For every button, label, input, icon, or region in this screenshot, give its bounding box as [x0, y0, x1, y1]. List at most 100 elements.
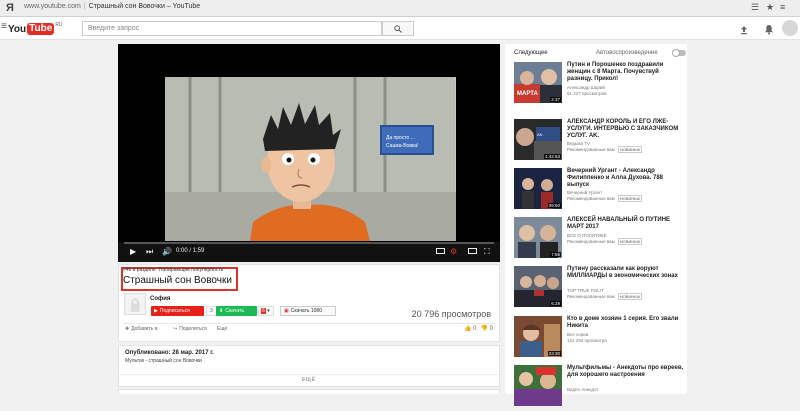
share-button[interactable]: ↪ Поделиться [173, 326, 207, 332]
plus-icon: ✚ [125, 326, 130, 332]
related-video-title[interactable]: Мультфильмы - Анекдоты про евреев, для х… [567, 365, 685, 379]
video-thumbnail[interactable]: 23:30 [514, 316, 562, 357]
youtube-logo[interactable]: You Tube RU [8, 22, 63, 36]
star-icon[interactable]: ★ [766, 2, 774, 13]
svg-text:AK.: AK. [537, 132, 543, 137]
related-video-meta-text: Рекомендованные вам [567, 239, 615, 244]
dislike-button[interactable]: 👎 0 [481, 325, 494, 332]
dislike-count: 0 [489, 326, 493, 332]
related-video-channel[interactable]: TOP TRUE POLIT [567, 288, 604, 293]
up-next-sidebar: Следующее Автовоспроизведение МАРТА 2:37… [505, 44, 687, 406]
upload-icon[interactable] [739, 22, 749, 40]
subscribe-button[interactable]: ▶ Подписаться [151, 306, 204, 316]
related-video-channel[interactable]: Видео Анекдот [567, 387, 598, 392]
browser-logo[interactable]: Я [6, 2, 14, 14]
guide-menu-icon[interactable]: ≡ [1, 21, 7, 32]
url-host: www.youtube.com [24, 3, 81, 10]
search-icon [394, 24, 402, 33]
related-video-title[interactable]: Вечерний Ургант - Александр Филиппенко и… [567, 168, 685, 189]
download-1080-label: Скачать 1080 [290, 308, 322, 314]
play-icon[interactable]: ▶ [130, 247, 136, 256]
rating-bar: 👍 0 👎 0 [464, 325, 493, 332]
download-1080-button[interactable]: ▣ Скачать 1080 [280, 306, 336, 316]
video-duration: 6:29 [550, 301, 561, 306]
video-player[interactable]: Да просто ... Сашка-Вовка! ▶ ⏭ 🔊 0:00 / … [118, 44, 500, 262]
subscribe-label: Подписаться [159, 308, 190, 314]
related-video-title[interactable]: АЛЕКСЕЙ НАВАЛЬНЫЙ О ПУТИНЕ МАРТ 2017 [567, 217, 685, 231]
thumbs-down-icon: 👎 [480, 326, 488, 332]
channel-avatar[interactable] [124, 293, 146, 315]
save-label: Скачать [225, 308, 244, 314]
download-icon: ▣ [284, 308, 289, 314]
comments-card [118, 389, 500, 394]
related-video-item[interactable]: Мультфильмы - Анекдоты про евреев, для х… [514, 365, 686, 411]
bookmark-list-icon[interactable]: ☰ [751, 2, 759, 13]
avatar[interactable] [782, 20, 798, 36]
video-thumbnail[interactable]: 7:56 [514, 217, 562, 258]
related-video-meta-text: Рекомендованные вам [567, 196, 615, 201]
next-icon[interactable]: ⏭ [146, 247, 153, 257]
theater-mode-icon[interactable] [468, 248, 477, 254]
up-next-label: Следующее [514, 50, 548, 56]
video-duration: 1:42:53 [543, 154, 561, 159]
related-video-item[interactable]: AK. 1:42:53 АЛЕКСАНДР КОРОЛЬ И ЕГО ЛЖЕ-У… [514, 119, 686, 165]
video-title: Страшный сон Вовочки [123, 275, 232, 286]
related-video-title[interactable]: АЛЕКСАНДР КОРОЛЬ И ЕГО ЛЖЕ-УСЛУГИ. ИНТЕР… [567, 119, 685, 140]
video-thumbnail[interactable]: 39:50 [514, 168, 562, 209]
address-bar[interactable]: www.youtube.com | Страшный сон Вовочки – Y… [24, 3, 200, 10]
like-count: 0 [473, 326, 477, 332]
related-video-title[interactable]: Путину рассказали как воруют МИЛЛИАРДЫ в… [567, 266, 685, 280]
add-to-label: Добавить в [131, 326, 158, 332]
video-thumbnail[interactable] [514, 365, 562, 406]
related-video-channel[interactable]: Все серии [567, 332, 588, 337]
volume-icon[interactable]: 🔊 [162, 247, 172, 256]
autoplay-toggle[interactable] [672, 49, 686, 57]
logo-you: You [8, 23, 27, 35]
video-thumbnail[interactable]: AK. 1:42:53 [514, 119, 562, 160]
related-video-meta: 51 227 просмотров [567, 91, 607, 96]
save-count-dropdown[interactable]: 6 ▾ [258, 306, 274, 316]
like-button[interactable]: 👍 0 [464, 325, 477, 332]
channel-name[interactable]: София [150, 296, 170, 302]
youtube-play-icon: ▶ [154, 308, 158, 314]
thumbs-up-icon: 👍 [464, 326, 472, 332]
subtitles-icon[interactable] [436, 248, 445, 254]
settings-gear-icon[interactable]: ⚙ [450, 247, 457, 256]
progress-bar[interactable] [124, 242, 494, 244]
browser-toolbar: Я www.youtube.com | Страшный сон Вовочки –… [0, 0, 800, 17]
related-video-channel[interactable]: ВСЕ О ПОЛИТИКЕ [567, 233, 607, 238]
search-input[interactable]: Введите запрос [82, 21, 382, 36]
related-video-item[interactable]: 23:30 Кто в доме хозяин 1 серия. Его зва… [514, 316, 686, 362]
description-card: Опубликовано: 28 мар. 2017 г. Мультик - … [118, 345, 500, 387]
related-video-channel[interactable]: Вечерний Ургант [567, 190, 602, 195]
related-video-item[interactable]: 39:50 Вечерний Ургант - Александр Филипп… [514, 168, 686, 214]
video-frame[interactable]: Да просто ... Сашка-Вовка! [165, 77, 456, 241]
show-more-button[interactable]: ЕЩЁ [119, 374, 499, 383]
related-video-meta: Рекомендованные вам НОВИНКА! [567, 238, 643, 245]
related-video-title[interactable]: Путин и Порошенко поздравили женщин с 8 … [567, 62, 685, 83]
trending-rank[interactable]: #46 в разделе "Набирающие популярность" [123, 267, 225, 273]
search-button[interactable] [382, 21, 414, 36]
video-duration: 7:56 [550, 252, 561, 257]
related-video-channel[interactable]: Александр Шарий [567, 85, 605, 90]
notifications-bell-icon[interactable] [764, 22, 774, 40]
youtube-header: ≡ You Tube RU Введите запрос [0, 17, 800, 40]
related-video-item[interactable]: 7:56 АЛЕКСЕЙ НАВАЛЬНЫЙ О ПУТИНЕ МАРТ 201… [514, 217, 686, 263]
save-button[interactable]: ⬇ Скачать [216, 306, 257, 316]
related-video-title[interactable]: Кто в доме хозяин 1 серия. Его звали Ник… [567, 316, 685, 330]
related-video-item[interactable]: 6:29 Путину рассказали как воруют МИЛЛИА… [514, 266, 686, 312]
fullscreen-icon[interactable]: ⛶ [484, 247, 490, 257]
video-thumbnail[interactable]: 6:29 [514, 266, 562, 307]
video-duration: 23:30 [547, 351, 561, 356]
menu-icon[interactable]: ≡ [780, 2, 785, 12]
browser-page-title: Страшный сон Вовочки – YouTube [88, 3, 201, 10]
related-video-item[interactable]: МАРТА 2:37 Путин и Порошенко поздравили … [514, 62, 686, 108]
video-duration: 39:50 [547, 203, 561, 208]
more-actions-button[interactable]: Ещё [217, 326, 227, 332]
add-to-button[interactable]: ✚ Добавить в [125, 326, 157, 332]
video-thumbnail[interactable]: МАРТА 2:37 [514, 62, 562, 103]
related-video-meta-text: Рекомендованные вам [567, 294, 615, 299]
related-video-channel[interactable]: Ведьма TV [567, 141, 590, 146]
related-video-meta: Рекомендованные вам НОВИНКА! [567, 293, 643, 300]
new-badge: НОВИНКА! [617, 146, 643, 153]
